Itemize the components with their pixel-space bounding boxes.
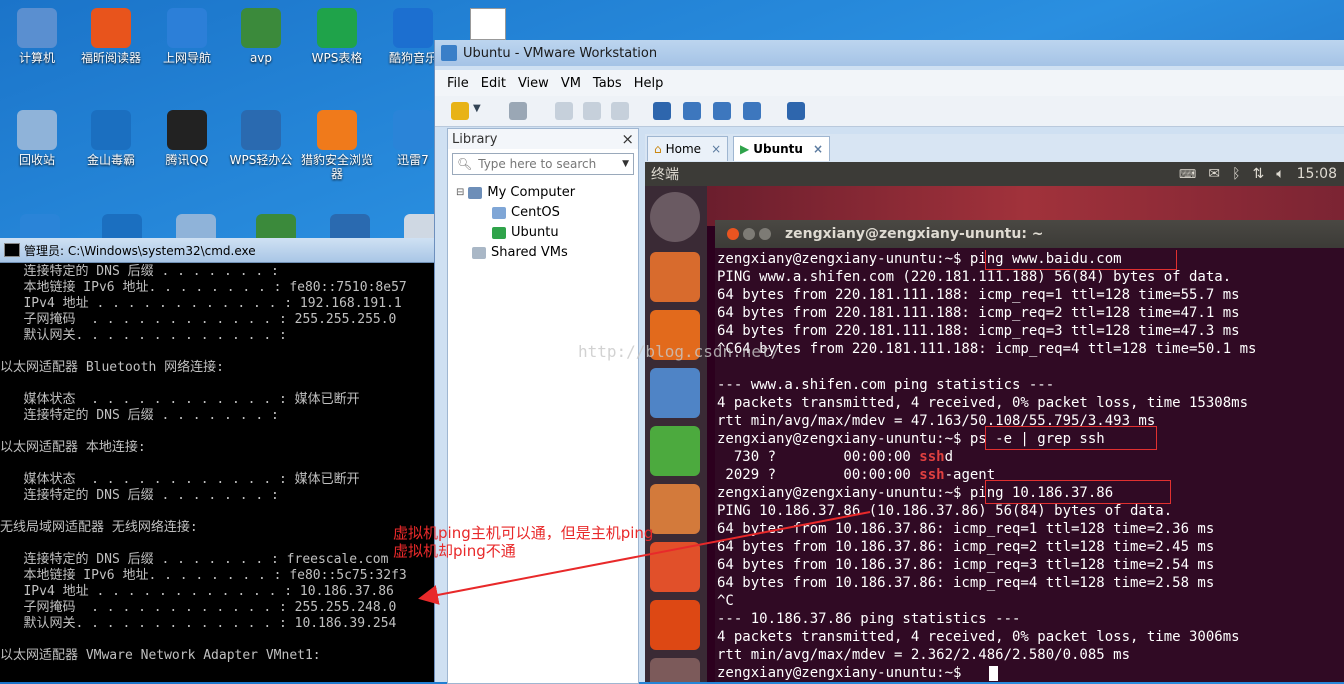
annotation-arrow: [418, 511, 871, 605]
